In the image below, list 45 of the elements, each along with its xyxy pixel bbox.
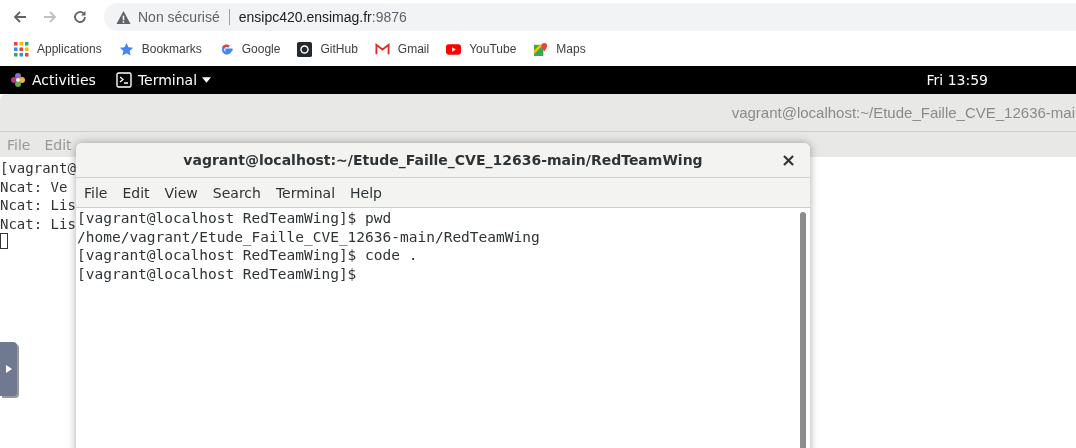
mail-icon[interactable] [374,41,390,57]
app-menu[interactable]: Terminal [137,72,198,88]
menu-item[interactable]: File [84,184,108,201]
terminal-icon[interactable] [115,72,132,88]
star-icon[interactable] [118,41,134,57]
play-icon [5,365,12,373]
play-icon[interactable] [446,41,462,57]
clock[interactable]: Fri 13:59 [926,72,988,88]
bookmark-link[interactable]: Gmail [397,42,430,56]
menu-item[interactable]: Help [350,184,382,201]
bookmark-link[interactable]: Maps [556,42,586,56]
menu-item[interactable]: Edit [122,184,150,201]
terminal-line: /home/vagrant/Etude_Faille_CVE_12636-main/RedTeamWing [77,227,540,246]
warning-icon [116,9,131,25]
reload-icon[interactable] [72,9,88,25]
terminal-line: Ncat: Lis [0,196,76,215]
security-label: Non sécurisé [138,9,220,25]
close-button[interactable]: × [776,150,800,170]
cursor [0,233,8,249]
caret-icon[interactable] [202,77,212,83]
window-title: vagrant@localhost:~/Etude_Faille_CVE_12636-main/RedTeamWing [183,152,703,168]
menu-item[interactable]: Terminal [275,184,336,201]
bookmark-link[interactable]: Bookmarks [141,42,202,56]
map-icon[interactable] [533,41,549,57]
bookmark-link[interactable]: YouTube [469,42,517,56]
address-bar[interactable]: Non sécurisé ensipc420.ensimag.fr:9876 [104,3,1076,31]
menu-item[interactable]: Search [212,184,261,201]
terminal-line: [vagrant@localhost RedTeamWing]$ code . [77,246,418,265]
bookmark-link[interactable]: Applications [37,42,102,56]
terminal-line: [vagrant@ [0,159,76,178]
back-icon[interactable] [12,9,28,25]
url-text: ensipc420.ensimag.fr:9876 [238,9,407,25]
scrollbar[interactable] [800,212,806,448]
terminal-line: Ncat: Lis [0,214,76,233]
side-handle[interactable] [0,342,17,396]
bookmark-link[interactable]: Google [241,42,281,56]
terminal-line: [vagrant@localhost RedTeamWing]$ [77,264,358,283]
terminal-line: [vagrant@localhost RedTeamWing]$ pwd [77,209,392,228]
flower-icon[interactable] [10,72,26,88]
bookmark-link[interactable]: GitHub [320,42,358,56]
window-title: vagrant@localhost:~/Etude_Faille_CVE_12636-mai [731,104,1076,121]
terminal-line: Ncat: Ve [0,177,68,196]
activities-button[interactable]: Activities [32,72,96,88]
menu-item[interactable]: View [164,184,198,201]
apps-grid-icon[interactable] [14,41,29,57]
